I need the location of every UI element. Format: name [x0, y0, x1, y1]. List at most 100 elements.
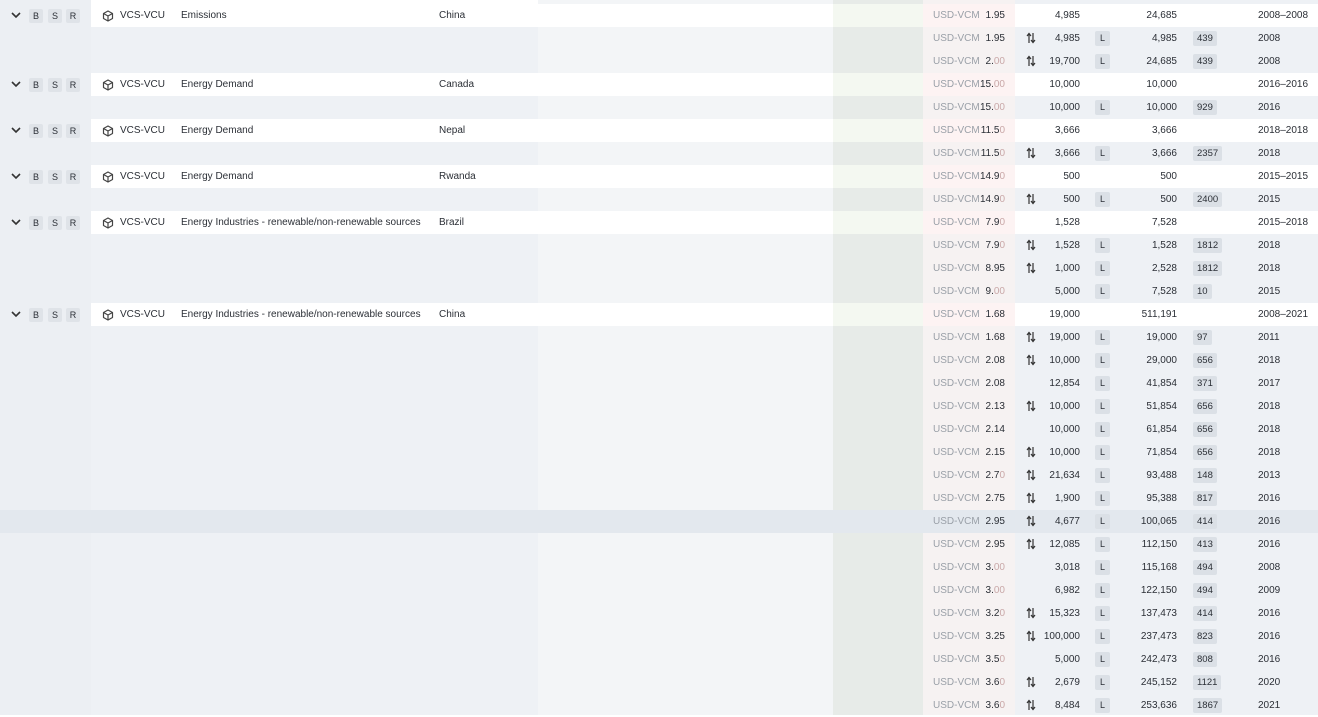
order-row[interactable]: USD-VCM 2.08 12,854 L 41,854 371 2017: [0, 372, 1318, 395]
arrows-up-down-icon[interactable]: [1026, 234, 1038, 257]
arrows-up-down-icon[interactable]: [1026, 602, 1038, 625]
project-id-badge[interactable]: 1812: [1193, 261, 1223, 276]
project-id-badge[interactable]: 10: [1193, 284, 1212, 299]
arrows-up-down-icon[interactable]: [1026, 395, 1038, 418]
arrows-up-down-icon[interactable]: [1026, 188, 1038, 211]
price-trailing-zeros: 00: [993, 79, 1005, 90]
arrows-up-down-icon[interactable]: [1026, 671, 1038, 694]
order-row[interactable]: USD-VCM 3.50 5,000 L 242,473 808 2016: [0, 648, 1318, 671]
project-id-badge[interactable]: 808: [1193, 652, 1217, 667]
arrows-up-down-icon[interactable]: [1026, 533, 1038, 556]
order-row[interactable]: USD-VCM 2.15 10,000 L 71,854 656 2018: [0, 441, 1318, 464]
project-id-badge[interactable]: 148: [1193, 468, 1217, 483]
project-id-badge[interactable]: 1867: [1193, 698, 1223, 713]
project-id-badge[interactable]: 439: [1193, 31, 1217, 46]
sell-button[interactable]: S: [48, 170, 62, 184]
sell-button[interactable]: S: [48, 124, 62, 138]
order-row[interactable]: USD-VCM 2.14 10,000 L 61,854 656 2018: [0, 418, 1318, 441]
group-row[interactable]: B S R VCS-VCU Energy Demand Rwanda USD-VCM 14.9…: [0, 165, 1318, 188]
order-row[interactable]: USD-VCM 3.20 15,323 L 137,473 414 2016: [0, 602, 1318, 625]
buy-button[interactable]: B: [29, 124, 43, 138]
buy-button[interactable]: B: [29, 308, 43, 322]
project-id-badge[interactable]: 656: [1193, 422, 1217, 437]
group-row[interactable]: B S R VCS-VCU Energy Industries - renewable/…: [0, 211, 1318, 234]
arrows-up-down-icon[interactable]: [1026, 326, 1038, 349]
retire-button[interactable]: R: [66, 216, 80, 230]
chevron-down-icon[interactable]: [11, 211, 23, 234]
order-row[interactable]: USD-VCM 3.60 2,679 L 245,152 1121 2020: [0, 671, 1318, 694]
project-id-badge[interactable]: 1121: [1193, 675, 1222, 690]
project-id-badge[interactable]: 414: [1193, 514, 1217, 529]
sell-button[interactable]: S: [48, 9, 62, 23]
project-id-badge[interactable]: 656: [1193, 445, 1217, 460]
project-id-badge[interactable]: 2400: [1193, 192, 1223, 207]
group-row[interactable]: B S R VCS-VCU Emissions China USD-VCM 1.95 4,985…: [0, 4, 1318, 27]
retire-button[interactable]: R: [66, 78, 80, 92]
arrows-up-down-icon[interactable]: [1026, 257, 1038, 280]
chevron-down-icon[interactable]: [11, 165, 23, 188]
project-id-badge[interactable]: 439: [1193, 54, 1217, 69]
arrows-up-down-icon[interactable]: [1026, 694, 1038, 717]
order-row[interactable]: USD-VCM 1.95 4,985 L 4,985 439 2008: [0, 27, 1318, 50]
project-id-badge[interactable]: 371: [1193, 376, 1217, 391]
arrows-up-down-icon[interactable]: [1026, 441, 1038, 464]
chevron-down-icon[interactable]: [11, 303, 23, 326]
order-row[interactable]: USD-VCM 7.90 1,528 L 1,528 1812 2018: [0, 234, 1318, 257]
project-id-badge[interactable]: 494: [1193, 583, 1217, 598]
order-row[interactable]: USD-VCM 3.60 8,484 L 253,636 1867 2021: [0, 694, 1318, 717]
project-id-badge[interactable]: 2357: [1193, 146, 1223, 161]
project-id-badge[interactable]: 656: [1193, 399, 1217, 414]
project-id-badge[interactable]: 413: [1193, 537, 1217, 552]
order-row[interactable]: USD-VCM 2.70 21,634 L 93,488 148 2013: [0, 464, 1318, 487]
order-row[interactable]: USD-VCM 3.25 100,000 L 237,473 823 2016: [0, 625, 1318, 648]
project-id-badge[interactable]: 1812: [1193, 238, 1223, 253]
chevron-down-icon[interactable]: [11, 119, 23, 142]
arrows-up-down-icon[interactable]: [1026, 510, 1038, 533]
arrows-up-down-icon[interactable]: [1026, 487, 1038, 510]
order-row[interactable]: USD-VCM 15.00 10,000 L 10,000 929 2016: [0, 96, 1318, 119]
retire-button[interactable]: R: [66, 124, 80, 138]
group-row[interactable]: B S R VCS-VCU Energy Industries - renewable/…: [0, 303, 1318, 326]
buy-button[interactable]: B: [29, 9, 43, 23]
project-id-badge[interactable]: 929: [1193, 100, 1217, 115]
project-id-badge[interactable]: 97: [1193, 330, 1212, 345]
order-row[interactable]: USD-VCM 3.00 3,018 L 115,168 494 2008: [0, 556, 1318, 579]
project-id-badge[interactable]: 414: [1193, 606, 1217, 621]
chevron-down-icon[interactable]: [11, 4, 23, 27]
order-row[interactable]: USD-VCM 9.00 5,000 L 7,528 10 2015: [0, 280, 1318, 303]
order-row[interactable]: USD-VCM 2.08 10,000 L 29,000 656 2018: [0, 349, 1318, 372]
chevron-down-icon[interactable]: [11, 73, 23, 96]
sell-button[interactable]: S: [48, 308, 62, 322]
order-row[interactable]: USD-VCM 1.68 19,000 L 19,000 97 2011: [0, 326, 1318, 349]
arrows-up-down-icon[interactable]: [1026, 625, 1038, 648]
arrows-up-down-icon[interactable]: [1026, 349, 1038, 372]
order-row[interactable]: USD-VCM 2.00 19,700 L 24,685 439 2008: [0, 50, 1318, 73]
arrows-up-down-icon[interactable]: [1026, 27, 1038, 50]
arrows-up-down-icon[interactable]: [1026, 464, 1038, 487]
arrows-up-down-icon[interactable]: [1026, 142, 1038, 165]
project-id-badge[interactable]: 817: [1193, 491, 1217, 506]
project-id-badge[interactable]: 823: [1193, 629, 1217, 644]
retire-button[interactable]: R: [66, 170, 80, 184]
retire-button[interactable]: R: [66, 9, 80, 23]
order-row[interactable]: USD-VCM 2.13 10,000 L 51,854 656 2018: [0, 395, 1318, 418]
retire-button[interactable]: R: [66, 308, 80, 322]
project-id-badge[interactable]: 494: [1193, 560, 1217, 575]
order-row[interactable]: USD-VCM 2.95 4,677 L 100,065 414 2016: [0, 510, 1318, 533]
sell-button[interactable]: S: [48, 78, 62, 92]
order-row[interactable]: USD-VCM 2.95 12,085 L 112,150 413 2016: [0, 533, 1318, 556]
group-row[interactable]: B S R VCS-VCU Energy Demand Canada USD-VCM 15.0…: [0, 73, 1318, 96]
order-row[interactable]: USD-VCM 3.00 6,982 L 122,150 494 2009: [0, 579, 1318, 602]
order-row[interactable]: USD-VCM 11.50 3,666 L 3,666 2357 2018: [0, 142, 1318, 165]
order-row[interactable]: USD-VCM 8.95 1,000 L 2,528 1812 2018: [0, 257, 1318, 280]
order-row[interactable]: USD-VCM 14.90 500 L 500 2400 2015: [0, 188, 1318, 211]
project-id-badge[interactable]: 656: [1193, 353, 1217, 368]
buy-button[interactable]: B: [29, 170, 43, 184]
buy-button[interactable]: B: [29, 216, 43, 230]
arrows-up-down-icon[interactable]: [1026, 50, 1038, 73]
buy-button[interactable]: B: [29, 78, 43, 92]
order-row[interactable]: USD-VCM 2.75 1,900 L 95,388 817 2016: [0, 487, 1318, 510]
price-trailing-zeros: 0: [999, 470, 1005, 481]
sell-button[interactable]: S: [48, 216, 62, 230]
group-row[interactable]: B S R VCS-VCU Energy Demand Nepal USD-VCM 11.50…: [0, 119, 1318, 142]
